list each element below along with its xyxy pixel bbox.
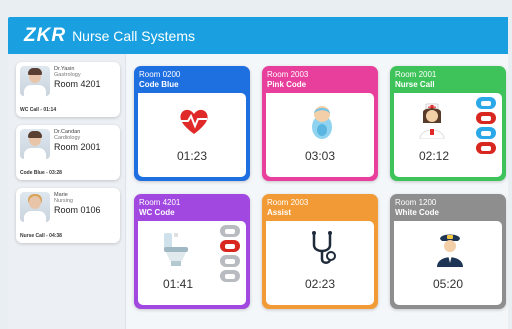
shower-icon[interactable] bbox=[220, 270, 240, 282]
room-tile[interactable]: Room 0200 Code Blue 01:23 bbox=[134, 66, 250, 181]
bed-icon[interactable] bbox=[476, 142, 496, 154]
patient-card[interactable]: Dr.Yasin Gastrology Room 4201 WC Call - … bbox=[16, 62, 120, 117]
elapsed-time: 03:03 bbox=[304, 149, 336, 163]
room-number: Room 2003 bbox=[267, 198, 309, 207]
elapsed-time: 02:23 bbox=[304, 277, 336, 291]
avatar bbox=[20, 129, 50, 159]
room-number: Room 2003 bbox=[267, 70, 309, 79]
call-code: WC Code bbox=[139, 208, 175, 217]
call-code: Assist bbox=[267, 208, 292, 217]
patient-call-status: Nurse Call - 04:38 bbox=[20, 233, 62, 239]
bed-icon[interactable] bbox=[476, 97, 496, 109]
police-officer-icon bbox=[437, 234, 463, 267]
toilet-icon bbox=[164, 233, 188, 266]
elapsed-time: 01:23 bbox=[176, 149, 208, 163]
elapsed-time: 01:41 bbox=[162, 277, 194, 291]
patient-department: Nursing bbox=[54, 198, 73, 204]
room-tile[interactable]: Room 2003 Pink Code 03:03 bbox=[262, 66, 378, 181]
logo: ZKR bbox=[24, 24, 67, 46]
service-icon-column bbox=[220, 225, 242, 285]
patient-card[interactable]: Dr.Candan Cardiology Room 2001 Code Blue… bbox=[16, 125, 120, 180]
heart-pulse-icon bbox=[180, 109, 208, 134]
room-number: Room 0200 bbox=[139, 70, 181, 79]
bed-icon[interactable] bbox=[220, 225, 240, 237]
patient-room: Room 4201 bbox=[54, 79, 101, 89]
room-tile[interactable]: Room 2001 Nurse Call 02:12 bbox=[390, 66, 506, 181]
bath-icon[interactable] bbox=[476, 112, 496, 124]
avatar bbox=[20, 66, 50, 96]
bath-icon[interactable] bbox=[220, 240, 240, 252]
elapsed-time: 05:20 bbox=[432, 277, 464, 291]
room-number: Room 2001 bbox=[395, 70, 437, 79]
top-bar: ZKR Nurse Call Systems bbox=[8, 17, 508, 54]
patient-card[interactable]: Marie Nursing Room 0106 Nurse Call - 04:… bbox=[16, 188, 120, 243]
elapsed-time: 02:12 bbox=[418, 149, 450, 163]
sidebar: Dr.Yasin Gastrology Room 4201 WC Call - … bbox=[8, 54, 126, 329]
app-title: Nurse Call Systems bbox=[72, 27, 195, 44]
patient-room: Room 2001 bbox=[54, 142, 101, 152]
stethoscope-icon bbox=[312, 231, 336, 264]
avatar bbox=[20, 192, 50, 222]
call-code: Nurse Call bbox=[395, 80, 435, 89]
baby-icon bbox=[312, 106, 332, 139]
room-tile[interactable]: Room 2003 Assist 02:23 bbox=[262, 194, 378, 309]
patient-call-status: WC Call - 01:14 bbox=[20, 107, 57, 113]
room-tile[interactable]: Room 1200 White Code 05:20 bbox=[390, 194, 506, 309]
patient-room: Room 0106 bbox=[54, 205, 101, 215]
shower-icon[interactable] bbox=[476, 127, 496, 139]
room-number: Room 1200 bbox=[395, 198, 437, 207]
call-code: Code Blue bbox=[139, 80, 179, 89]
call-code: White Code bbox=[395, 208, 439, 217]
patient-call-status: Code Blue - 03:28 bbox=[20, 170, 62, 176]
nurse-icon bbox=[419, 103, 445, 139]
shower-icon[interactable] bbox=[220, 255, 240, 267]
app-window: ZKR Nurse Call Systems Dr.Yasin Gastrolo… bbox=[8, 17, 508, 329]
room-tile[interactable]: Room 4201 WC Code 01:41 bbox=[134, 194, 250, 309]
patient-department: Cardiology bbox=[54, 135, 81, 141]
room-number: Room 4201 bbox=[139, 198, 181, 207]
call-code: Pink Code bbox=[267, 80, 307, 89]
service-icon-column bbox=[476, 97, 498, 157]
patient-department: Gastrology bbox=[54, 72, 81, 78]
